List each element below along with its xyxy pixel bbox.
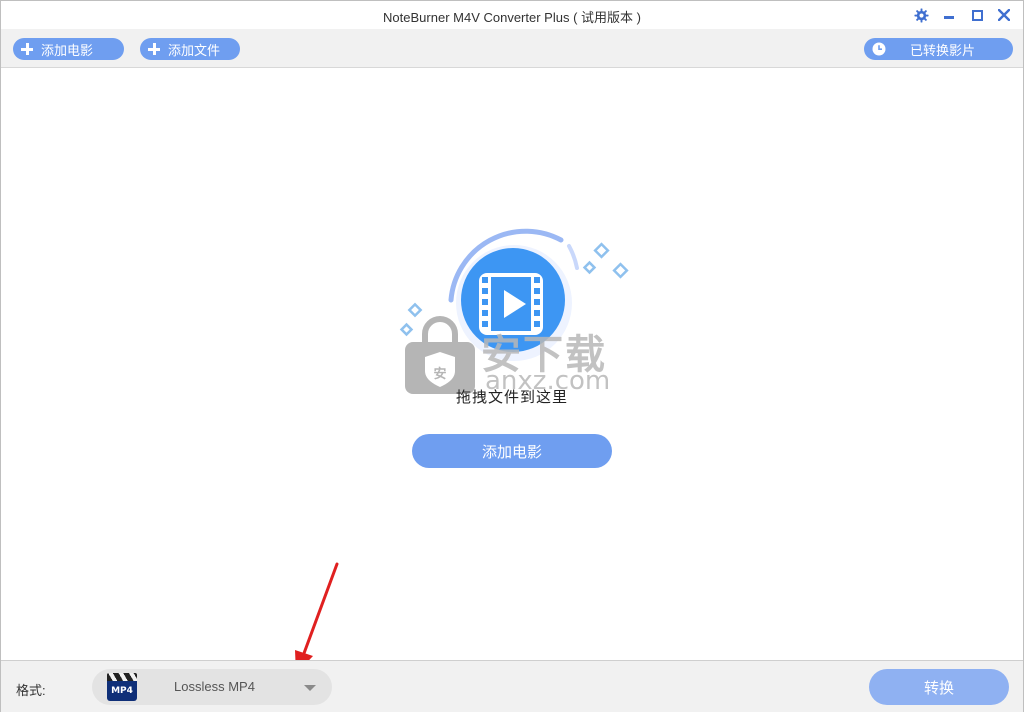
svg-text:安: 安 [433,366,446,382]
drop-area[interactable]: 安 安下载 anxz.com 拖拽文件到这里 添加电影 [1,68,1023,660]
settings-gear-icon[interactable] [912,6,930,24]
clock-icon [872,42,886,56]
format-value: Lossless MP4 [174,679,255,694]
maximize-icon[interactable] [968,6,986,24]
toolbar: 添加电影 添加文件 已转换影片 [1,29,1023,68]
watermark: 安 安下载 anxz.com [405,316,635,396]
format-label: 格式: [16,683,46,698]
drop-files-hint: 拖拽文件到这里 [455,389,568,406]
add-movie-toolbar-button[interactable]: 添加电影 [13,38,124,60]
minimize-icon[interactable] [940,6,958,24]
add-movie-toolbar-label: 添加电影 [41,42,94,58]
add-file-toolbar-button[interactable]: 添加文件 [140,38,240,60]
dropdown-arrow-icon[interactable] [304,685,316,691]
add-movie-button[interactable]: 添加电影 [412,434,612,468]
plus-icon [21,43,33,55]
plus-icon [148,43,160,55]
add-file-toolbar-label: 添加文件 [168,42,221,58]
window-title: NoteBurner M4V Converter Plus ( 试用版本 ) [383,10,641,25]
shield-lock-icon: 安 [405,316,475,394]
convert-button[interactable]: 转换 [869,669,1009,705]
close-icon[interactable] [995,6,1013,24]
converted-history-button[interactable]: 已转换影片 [864,38,1013,60]
mp4-film-icon: MP4 [107,673,137,701]
mp4-icon-text: MP4 [111,686,133,696]
converted-history-label: 已转换影片 [910,42,976,58]
footer-bar: 格式: MP4 Lossless MP4 转换 [1,660,1023,712]
app-window: NoteBurner M4V Converter Plus ( 试用版本 ) 添… [0,0,1024,712]
format-dropdown[interactable]: MP4 Lossless MP4 [92,669,332,705]
title-bar: NoteBurner M4V Converter Plus ( 试用版本 ) [1,1,1023,29]
